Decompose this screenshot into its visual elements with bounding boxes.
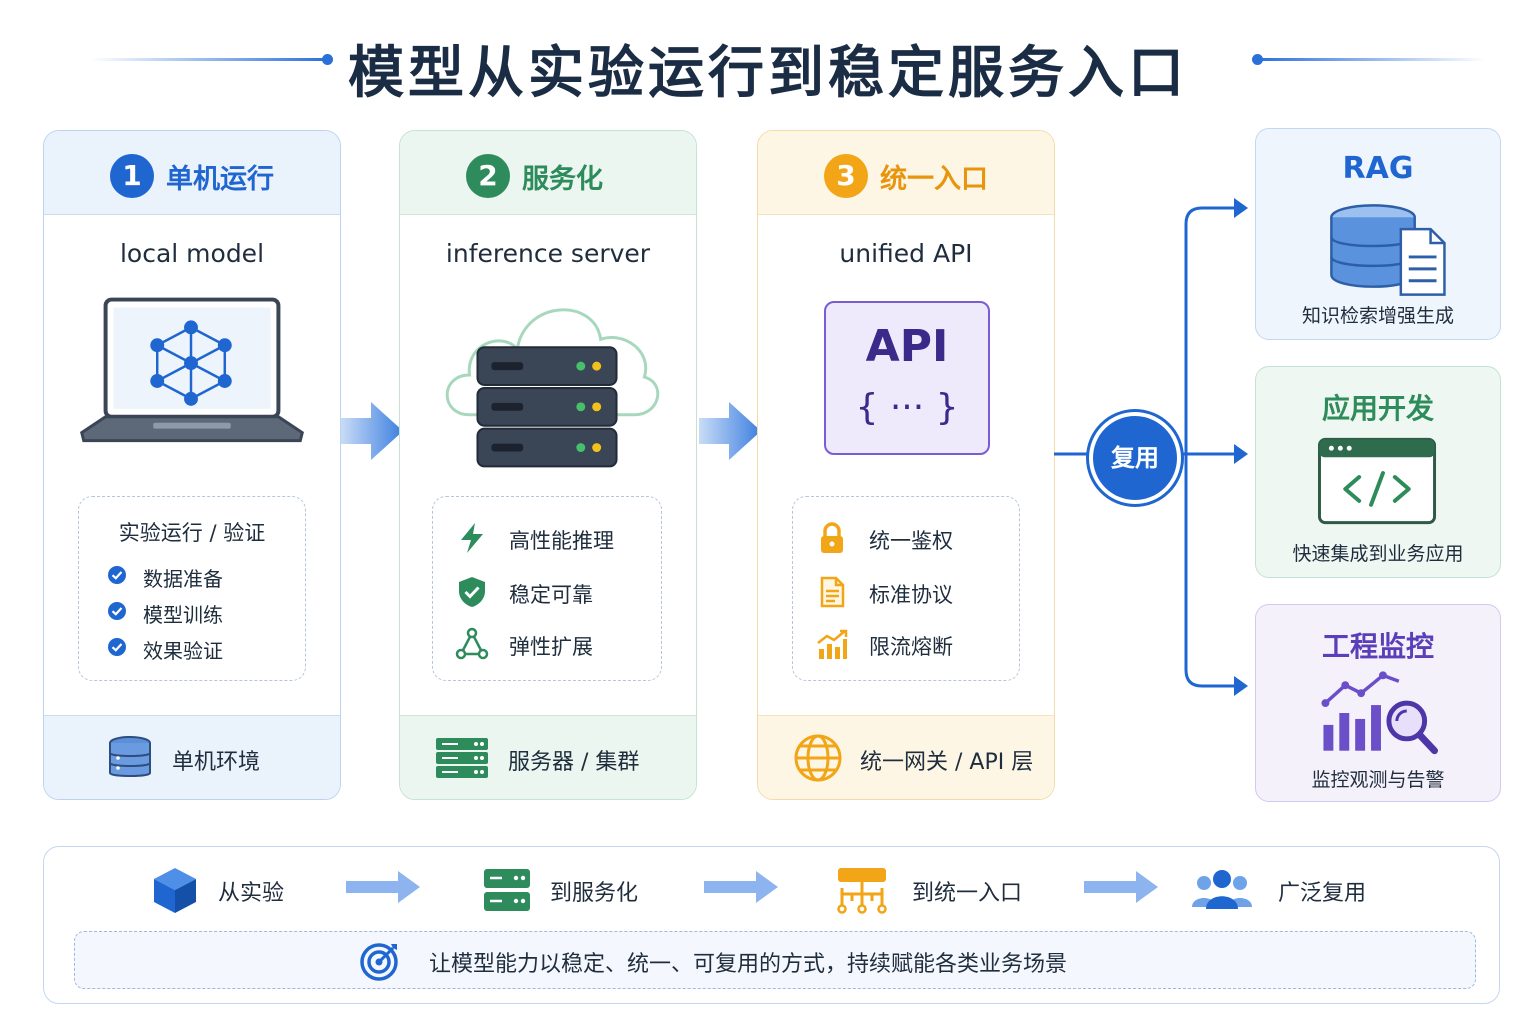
title-area: 模型从实验运行到稳定服务入口 <box>0 22 1536 106</box>
rate-chart-icon <box>817 629 848 659</box>
mission-text: 让模型能力以稳定、统一、可复用的方式，持续赋能各类业务场景 <box>429 952 1068 977</box>
check-circle-icon <box>108 566 126 584</box>
api-label: API <box>865 321 949 372</box>
arrow-right-icon <box>346 871 420 903</box>
api-features-box: 统一鉴权 标准协议 限流熔断 <box>792 496 1020 681</box>
flow-step-label: 广泛复用 <box>1278 881 1367 906</box>
flow-step-label: 从实验 <box>218 881 285 906</box>
check-circle-icon <box>108 602 126 620</box>
card-title: 工程监控 <box>1321 630 1434 663</box>
arrow-right-icon <box>1084 871 1158 903</box>
stage-header: 2 服务化 <box>400 131 696 215</box>
database-document-icon <box>1330 204 1446 296</box>
lock-icon <box>821 522 843 553</box>
arrow-right-icon <box>341 402 403 460</box>
list-item-label: 标准协议 <box>869 583 953 607</box>
users-group-icon <box>1192 870 1252 909</box>
check-circle-icon <box>108 638 126 656</box>
stage-subtitle: local model <box>119 239 265 268</box>
laptop-model-icon <box>80 297 304 443</box>
service-features-box: 高性能推理 稳定可靠 弹性扩展 <box>432 496 662 681</box>
list-item-label: 数据准备 <box>143 567 223 591</box>
list-item-label: 限流熔断 <box>869 635 953 659</box>
stage-header: 1 单机运行 <box>44 131 340 215</box>
output-card-monitoring: 工程监控 监控观测与告警 <box>1255 604 1501 802</box>
lightning-icon <box>461 523 483 553</box>
stage-number-badge: 1 <box>110 154 154 198</box>
document-icon <box>820 576 845 608</box>
flow-step-label: 到服务化 <box>550 881 639 906</box>
stage-subtitle: unified API <box>839 239 973 268</box>
stage-subtitle: inference server <box>445 239 651 268</box>
stage-footer: 统一网关 / API 层 <box>758 715 1054 799</box>
page-title: 模型从实验运行到稳定服务入口 <box>348 41 1188 106</box>
reuse-badge: 复用 <box>1089 412 1181 504</box>
stage-card-unified: 3 统一入口 unified API API { ··· } 统一鉴权 标准协议… <box>757 130 1055 800</box>
list-item-label: 效果验证 <box>143 639 223 663</box>
flow-step-label: 到统一入口 <box>912 881 1023 906</box>
code-braces-icon: { ··· } <box>855 387 959 428</box>
server-rack-icon <box>436 738 488 778</box>
api-card: API { ··· } <box>824 301 990 455</box>
database-icon <box>109 736 151 777</box>
stage-card-service: 2 服务化 inference server 高性能推理 稳定可靠 弹性扩展 服… <box>399 130 697 800</box>
summary-bar: 从实验 到服务化 到统一入口 广泛复用 让模型能力以稳定、统一、可复用的方式，持… <box>43 846 1500 1004</box>
shield-check-icon <box>459 577 485 607</box>
title-decor-line-right <box>1256 58 1486 61</box>
footer-label: 服务器 / 集群 <box>508 750 640 775</box>
stage-number-badge: 2 <box>466 154 510 198</box>
card-title: 应用开发 <box>1321 392 1434 425</box>
stage-card-local: 1 单机运行 local model 实验运行 / 验证 数据准备 模型训练 效… <box>43 130 341 800</box>
gateway-icon <box>837 868 887 914</box>
arrow-right-icon <box>704 871 778 903</box>
mission-banner: 让模型能力以稳定、统一、可复用的方式，持续赋能各类业务场景 <box>74 931 1476 989</box>
cloud-server-icon <box>445 308 660 468</box>
stage-number-badge: 3 <box>824 154 868 198</box>
code-window-icon <box>1317 437 1437 525</box>
output-card-rag: RAG 知识检索增强生成 <box>1255 128 1501 340</box>
stage-footer: 单机环境 <box>44 715 340 799</box>
experiment-box: 实验运行 / 验证 数据准备 模型训练 效果验证 <box>78 496 306 681</box>
stage-footer: 服务器 / 集群 <box>400 715 696 799</box>
network-triangle-icon <box>455 627 489 660</box>
footer-label: 统一网关 / API 层 <box>860 750 1034 775</box>
cube-icon <box>154 868 196 913</box>
card-description: 知识检索增强生成 <box>1301 305 1454 327</box>
globe-icon <box>794 734 842 782</box>
arrow-right-icon <box>699 402 761 460</box>
card-title: RAG <box>1342 151 1414 186</box>
box-title: 实验运行 / 验证 <box>118 521 266 545</box>
stage-title: 服务化 <box>522 164 603 195</box>
list-item-label: 模型训练 <box>143 603 223 627</box>
card-description: 快速集成到业务应用 <box>1292 543 1464 565</box>
monitoring-chart-icon <box>1321 671 1439 755</box>
stage-header: 3 统一入口 <box>758 131 1054 215</box>
target-icon <box>360 943 398 981</box>
server-icon <box>484 869 530 911</box>
list-item-label: 稳定可靠 <box>509 583 593 607</box>
card-description: 监控观测与告警 <box>1311 769 1445 791</box>
stage-title: 统一入口 <box>880 164 988 195</box>
list-item-label: 统一鉴权 <box>869 529 953 553</box>
stage-title: 单机运行 <box>166 164 274 195</box>
list-item-label: 高性能推理 <box>509 529 614 553</box>
list-item-label: 弹性扩展 <box>509 635 593 659</box>
output-card-appdev: 应用开发 快速集成到业务应用 <box>1255 366 1501 578</box>
footer-label: 单机环境 <box>172 750 261 775</box>
